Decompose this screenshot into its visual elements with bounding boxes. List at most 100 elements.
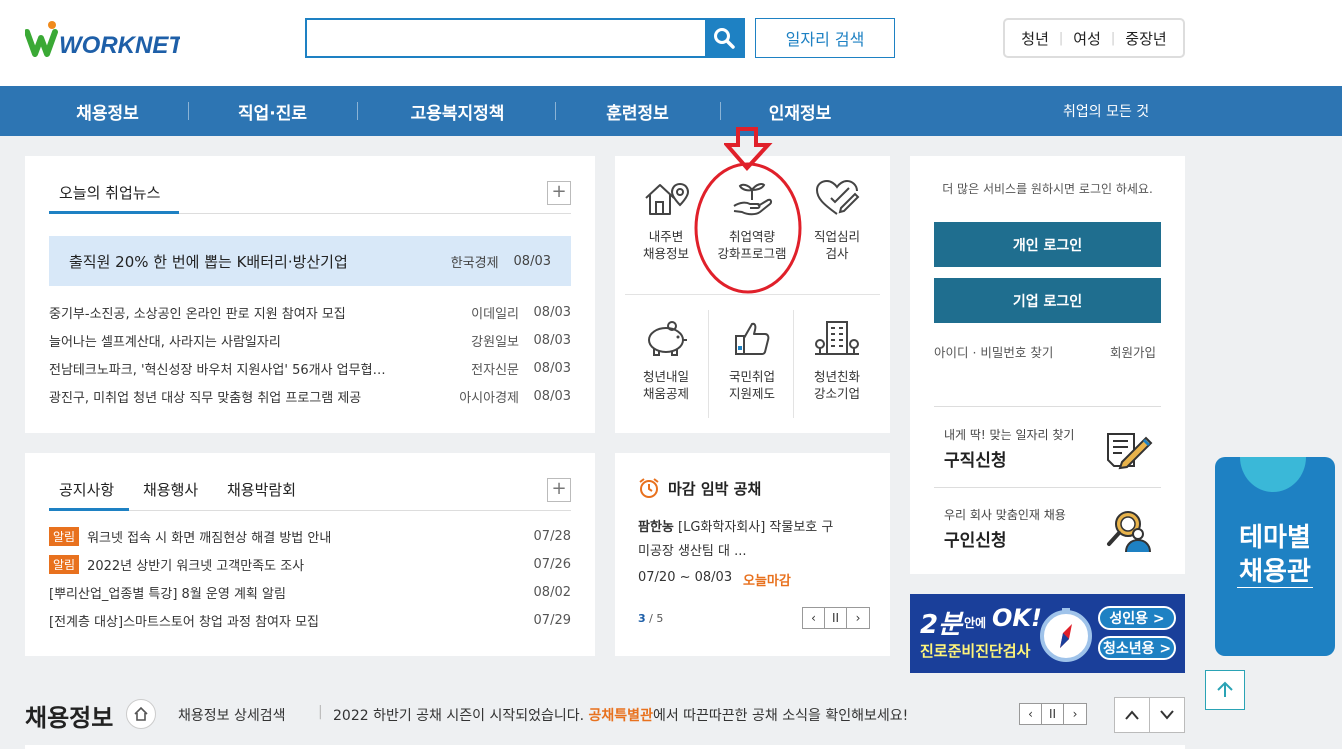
search-input[interactable]: [307, 20, 707, 56]
bottom-pager: ‹ II ›: [1019, 703, 1087, 725]
adult-test-button[interactable]: 성인용 >: [1098, 606, 1176, 630]
news-more-button[interactable]: +: [547, 181, 571, 205]
news-title: 전남테크노파크, '혁신성장 바우처 지원사업' 56개사 업무협…: [49, 362, 386, 378]
deadline-title: 마감 임박 공채: [668, 480, 762, 498]
nav-divider: [188, 102, 189, 120]
nav-all-about-jobs[interactable]: 취업의 모든 것: [1063, 86, 1149, 136]
news-source: 이데일리: [471, 306, 519, 322]
worknet-logo[interactable]: WORKNET: [24, 20, 185, 60]
news-date: 08/03: [533, 332, 571, 348]
company-login-button[interactable]: 기업 로그인: [934, 278, 1161, 323]
nav-item-career[interactable]: 직업·진로: [210, 86, 335, 136]
service-label-line: 청년친화: [813, 369, 860, 384]
next-button[interactable]: ›: [847, 608, 869, 628]
scroll-top-button[interactable]: [1205, 670, 1245, 710]
service-youth-savings[interactable]: 청년내일 채움공제: [623, 318, 709, 402]
news-item[interactable]: 중기부-소진공, 소상공인 온라인 판로 지원 참여자 모집 이데일리 08/0…: [49, 298, 571, 326]
youth-test-button[interactable]: 청소년용 >: [1098, 636, 1176, 660]
chevron-up-icon: [1124, 710, 1139, 720]
notice-item[interactable]: 알림 2022년 상반기 워크넷 고객만족도 조사 07/26: [49, 550, 571, 578]
building-icon: [815, 321, 859, 355]
search-button[interactable]: [705, 20, 743, 56]
divider: [934, 487, 1161, 488]
page-current: 3: [638, 612, 646, 625]
headline-date: 08/03: [513, 253, 551, 269]
theme-jobs-banner[interactable]: 테마별 채용관: [1215, 457, 1335, 656]
nav-item-training[interactable]: 훈련정보: [580, 86, 695, 136]
banner-big-text: 2분: [920, 610, 963, 640]
deadline-company: 팜한농: [638, 520, 674, 535]
nav-item-welfare-policy[interactable]: 고용복지정책: [385, 86, 530, 136]
theme-line2: 채용관: [1239, 557, 1311, 587]
nav-divider: [357, 102, 358, 120]
home-button[interactable]: [126, 699, 156, 729]
news-source: 전자신문: [471, 362, 519, 378]
notice-item[interactable]: 알림 워크넷 접속 시 화면 깨짐현상 해결 방법 안내 07/28: [49, 522, 571, 550]
age-link-middle-aged[interactable]: 중장년: [1125, 28, 1166, 49]
job-seek-apply-link[interactable]: 내게 딱! 맞는 일자리 찾기 구직신청: [934, 412, 1161, 482]
service-label-line: 강소기업: [813, 386, 860, 401]
tab-baseline: [129, 510, 571, 511]
tab-job-fairs[interactable]: 채용박람회: [227, 479, 296, 500]
theme-banner-decoration: [1240, 457, 1306, 492]
deadline-job-link[interactable]: 팜한농 [LG화학자회사] 작물보호 구 미공장 생산팀 대 ...: [638, 516, 868, 564]
message-text: 에서 따끈따끈한 공채 소식을 확인해보세요!: [652, 708, 909, 724]
tab-baseline: [179, 213, 571, 214]
active-tab-underline: [49, 211, 179, 214]
prev-button[interactable]: ‹: [803, 608, 825, 628]
personal-login-button[interactable]: 개인 로그인: [934, 222, 1161, 267]
home-icon: [134, 706, 148, 721]
notice-item[interactable]: [전계층 대상]스마트스토어 창업 과정 참여자 모집 07/29: [49, 606, 571, 634]
deadline-pager: ‹ II ›: [802, 607, 870, 629]
pause-button[interactable]: II: [825, 608, 847, 628]
section-down-button[interactable]: [1150, 698, 1185, 732]
service-youth-friendly-companies[interactable]: 청년친화 강소기업: [794, 318, 880, 402]
service-label-line: 검사: [825, 246, 849, 261]
pause-button[interactable]: II: [1042, 704, 1064, 724]
job-offer-apply-link[interactable]: 우리 회사 맞춤인재 채용 구인신청: [934, 492, 1161, 562]
notices-more-button[interactable]: +: [547, 478, 571, 502]
notice-item[interactable]: [뿌리산업_업종별 특강] 8월 운영 계획 알림 08/02: [49, 578, 571, 606]
alarm-clock-icon: [639, 478, 659, 498]
job-seek-title: 구직신청: [944, 451, 1007, 471]
age-link-youth[interactable]: 청년: [1021, 28, 1049, 49]
nav-divider: [720, 102, 721, 120]
news-item[interactable]: 늘어나는 셀프계산대, 사라지는 사람일자리 강원일보 08/03: [49, 326, 571, 354]
special-hall-link[interactable]: 공채특별관: [589, 708, 653, 724]
deadline-today-label: 오늘마감: [743, 574, 791, 589]
deadline-desc: [LG화학자회사] 작물보호 구: [678, 520, 834, 535]
age-link-women[interactable]: 여성: [1073, 28, 1101, 49]
nav-item-job-info[interactable]: 채용정보: [50, 86, 165, 136]
tab-today-news[interactable]: 오늘의 취업뉴스: [59, 182, 160, 203]
separator: |: [1110, 30, 1116, 46]
prev-button[interactable]: ‹: [1020, 704, 1042, 724]
notice-badge: 알림: [49, 526, 80, 546]
arrow-up-icon: [1217, 681, 1233, 697]
news-source: 아시아경제: [459, 390, 519, 406]
news-title: 늘어나는 셀프계산대, 사라지는 사람일자리: [49, 334, 281, 350]
service-vocational-psych-test[interactable]: 직업심리 검사: [794, 178, 880, 262]
news-headline[interactable]: 출직원 20% 한 번에 뽑는 K배터리·방산기업 한국경제 08/03: [49, 236, 571, 286]
search-box: [305, 18, 745, 58]
section-up-button[interactable]: [1115, 698, 1150, 732]
news-item[interactable]: 광진구, 미취업 청년 대상 직무 맞춤형 취업 프로그램 제공 아시아경제 0…: [49, 382, 571, 410]
career-test-banner[interactable]: 2분 안에 OK! 진로준비진단검사 성인용 > 청소년용 >: [910, 594, 1185, 673]
document-pencil-icon: [1107, 433, 1153, 470]
separator: |: [1058, 30, 1064, 46]
signup-link[interactable]: 회원가입: [1110, 342, 1156, 361]
tab-notices[interactable]: 공지사항: [59, 479, 114, 500]
notice-date: 08/02: [533, 584, 571, 600]
headline-source: 한국경제: [450, 255, 499, 271]
detail-search-link[interactable]: 채용정보 상세검색: [178, 705, 286, 725]
service-label-line: 채움공제: [642, 386, 689, 401]
job-search-button[interactable]: 일자리 검색: [755, 18, 895, 58]
find-id-password-link[interactable]: 아이디 · 비밀번호 찾기: [934, 342, 1053, 361]
heart-check-icon: [815, 179, 860, 215]
chevron-down-icon: [1159, 710, 1174, 720]
service-national-employment-support[interactable]: 국민취업 지원제도: [709, 318, 795, 402]
news-item[interactable]: 전남테크노파크, '혁신성장 바우처 지원사업' 56개사 업무협… 전자신문 …: [49, 354, 571, 382]
recruit-season-message[interactable]: 2022 하반기 공채 시즌이 시작되었습니다. 공채특별관에서 따끈따끈한 공…: [333, 705, 908, 725]
next-button[interactable]: ›: [1064, 704, 1086, 724]
tab-job-events[interactable]: 채용행사: [143, 479, 198, 500]
age-group-links: 청년 | 여성 | 중장년: [1003, 18, 1185, 58]
